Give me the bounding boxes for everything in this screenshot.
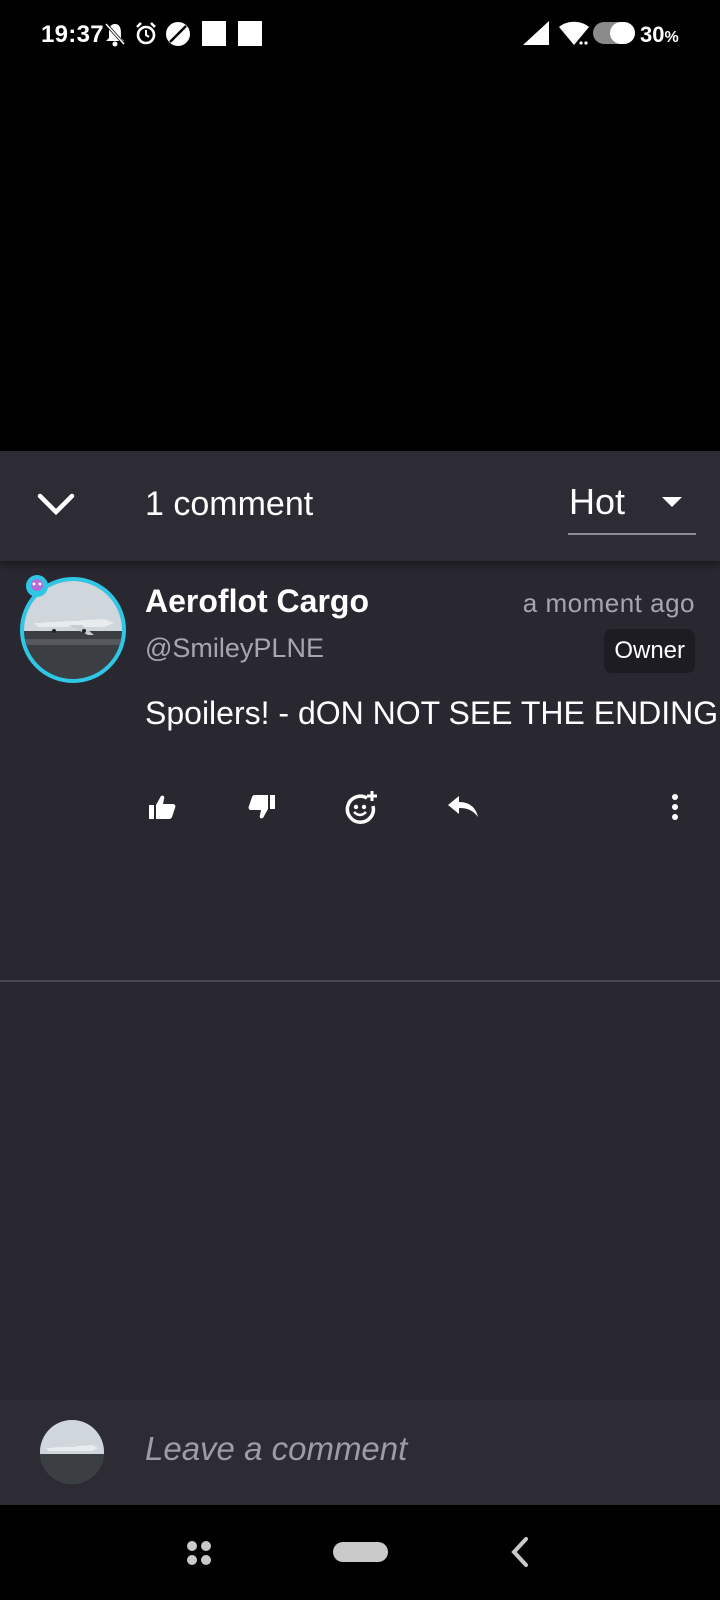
comment-count: 1 comment [145, 485, 314, 523]
status-time: 19:37 [41, 21, 104, 48]
sort-dropdown[interactable]: Hot [568, 477, 696, 535]
signal-icon [523, 21, 549, 50]
profile-decoration-icon [24, 573, 50, 599]
recents-icon[interactable] [185, 1539, 213, 1567]
status-bar: 19:37 30% [0, 0, 720, 70]
compose-bar[interactable]: Leave a comment [0, 1400, 720, 1505]
dislike-icon[interactable] [242, 787, 282, 827]
home-button[interactable] [333, 1542, 388, 1562]
user-avatar [40, 1420, 104, 1484]
comment-timestamp: a moment ago [522, 588, 695, 618]
video-player-area[interactable] [0, 70, 720, 450]
notification-square-icon [202, 21, 226, 51]
data-saver-icon [165, 21, 191, 52]
owner-badge: Owner [604, 629, 695, 673]
mute-icon [104, 21, 126, 52]
comments-panel: 1 comment Hot Aeroflot Cargo a moment ag… [0, 451, 720, 1505]
navigation-bar [0, 1505, 720, 1600]
alarm-icon [135, 21, 157, 52]
comment-actions [145, 787, 705, 827]
comment-text: Spoilers! - dON NOT SEE THE ENDING [145, 695, 719, 731]
more-options-icon[interactable] [655, 787, 695, 827]
leave-comment-input[interactable]: Leave a comment [145, 1430, 407, 1468]
add-reaction-icon[interactable] [342, 787, 382, 827]
notification-square-icon [238, 21, 262, 51]
back-icon[interactable] [508, 1535, 532, 1569]
like-icon[interactable] [142, 787, 182, 827]
caret-down-icon [662, 497, 682, 507]
comment-item: Aeroflot Cargo a moment ago @SmileyPLNE … [0, 561, 720, 982]
commenter-avatar[interactable] [20, 575, 126, 683]
collapse-comments-button[interactable] [30, 481, 82, 533]
chevron-down-icon [36, 492, 76, 523]
divider [0, 980, 720, 982]
sort-value: Hot [569, 481, 626, 522]
comment-handle[interactable]: @SmileyPLNE [145, 633, 324, 664]
battery-icon [593, 21, 635, 50]
wifi-icon [559, 21, 589, 52]
battery-percentage: 30% [640, 22, 679, 47]
comments-header: 1 comment Hot [0, 451, 720, 561]
comment-author[interactable]: Aeroflot Cargo [145, 583, 369, 620]
reply-icon[interactable] [443, 787, 483, 827]
